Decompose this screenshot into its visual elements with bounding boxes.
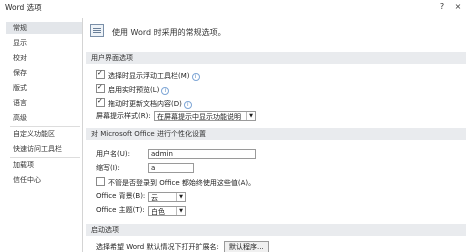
office-background-select[interactable]: 云 ▼: [148, 192, 186, 202]
option-live-preview[interactable]: 启用实时预览(L)i: [96, 82, 170, 95]
info-icon: i: [161, 87, 170, 95]
section-header-personalize: 对 Microsoft Office 进行个性化设置: [86, 128, 466, 140]
live-preview-label: 启用实时预览(L): [108, 86, 160, 94]
office-theme-value: 白色: [151, 208, 165, 216]
chevron-down-icon: ▼: [176, 207, 185, 215]
office-background-label: Office 背景(B):: [96, 192, 146, 200]
page-header: 使用 Word 时采用的常规选项。: [112, 28, 226, 37]
mini-toolbar-checkbox[interactable]: [96, 68, 105, 79]
update-on-drag-checkbox[interactable]: [96, 96, 105, 107]
window-title: Word 选项: [5, 3, 42, 12]
sidebar-item-trust-center[interactable]: 信任中心: [10, 174, 82, 186]
option-always-use-values[interactable]: 不管是否登录到 Office 都始终使用这些值(A)。: [96, 177, 255, 188]
option-update-on-drag[interactable]: 拖动时更新文档内容(D)i: [96, 96, 192, 109]
default-programs-button[interactable]: 默认程序...: [224, 241, 269, 252]
default-program-label: 选择希望 Word 默认情况下打开扩展名:: [96, 243, 219, 251]
sidebar-item-general[interactable]: 常规: [6, 22, 82, 34]
update-on-drag-label: 拖动时更新文档内容(D): [108, 100, 182, 108]
sidebar-item-save[interactable]: 保存: [10, 67, 82, 79]
office-theme-select[interactable]: 白色 ▼: [148, 206, 186, 216]
help-icon[interactable]: ?: [436, 1, 448, 12]
main-content: 使用 Word 时采用的常规选项。 用户界面选项 选择时显示浮动工具栏(M)i …: [86, 18, 468, 252]
word-options-window: Word 选项 ? × 常规 显示 校对 保存 版式 语言 高级 自定义功能区 …: [0, 0, 468, 252]
info-icon: i: [183, 101, 192, 109]
general-options-icon: [90, 24, 104, 37]
sidebar-item-advanced[interactable]: 高级: [10, 112, 82, 124]
sidebar-item-quick-access-toolbar[interactable]: 快速访问工具栏: [10, 143, 82, 155]
section-header-startup: 启动选项: [86, 224, 466, 236]
always-use-values-checkbox[interactable]: [96, 177, 105, 186]
live-preview-checkbox[interactable]: [96, 82, 105, 93]
username-label: 用户名(U):: [96, 150, 130, 158]
initials-label: 缩写(I):: [96, 164, 120, 172]
sidebar-item-customize-ribbon[interactable]: 自定义功能区: [10, 128, 82, 140]
option-mini-toolbar[interactable]: 选择时显示浮动工具栏(M)i: [96, 68, 200, 81]
username-input[interactable]: admin: [148, 149, 256, 159]
sidebar-item-display[interactable]: 显示: [10, 37, 82, 49]
sidebar-item-proofing[interactable]: 校对: [10, 52, 82, 64]
sidebar: 常规 显示 校对 保存 版式 语言 高级 自定义功能区 快速访问工具栏 加载项 …: [6, 18, 83, 252]
screentip-style-label: 屏幕提示样式(R):: [96, 112, 151, 120]
chevron-down-icon: ▼: [246, 112, 255, 120]
sidebar-item-language[interactable]: 语言: [10, 97, 82, 109]
chevron-down-icon: ▼: [176, 193, 185, 201]
screentip-style-select[interactable]: 在屏幕提示中显示功能说明 ▼: [154, 111, 256, 121]
sidebar-item-layout[interactable]: 版式: [10, 82, 82, 94]
screentip-style-value: 在屏幕提示中显示功能说明: [157, 113, 241, 121]
office-background-value: 云: [151, 194, 158, 202]
sidebar-item-add-ins[interactable]: 加载项: [10, 159, 82, 171]
sidebar-divider: [10, 126, 80, 127]
initials-input[interactable]: a: [148, 163, 194, 173]
mini-toolbar-label: 选择时显示浮动工具栏(M): [108, 72, 190, 80]
sidebar-divider: [10, 157, 80, 158]
title-bar: Word 选项 ? ×: [0, 0, 468, 14]
always-use-values-label: 不管是否登录到 Office 都始终使用这些值(A)。: [108, 179, 256, 187]
office-theme-label: Office 主题(T):: [96, 206, 145, 214]
close-icon[interactable]: ×: [452, 1, 464, 12]
info-icon: i: [191, 73, 200, 81]
section-header-ui-options: 用户界面选项: [86, 52, 466, 64]
